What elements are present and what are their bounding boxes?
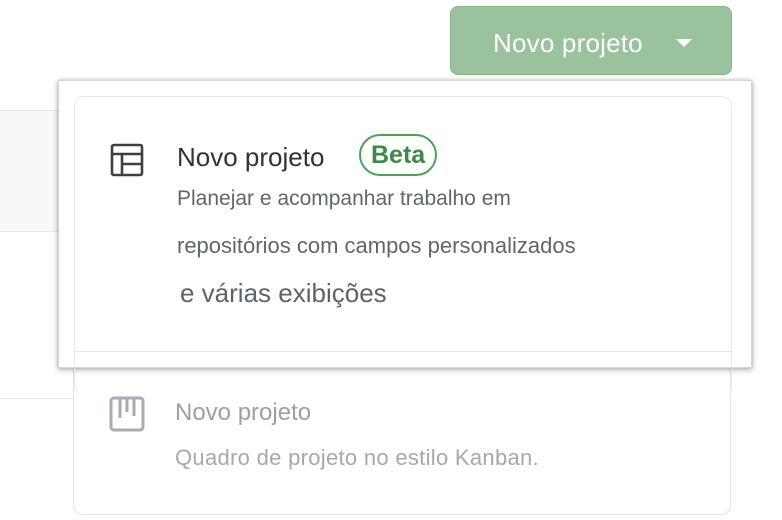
kanban-board-icon: [109, 396, 145, 432]
chevron-down-icon: [676, 39, 692, 47]
menu-item-description: Quadro de projeto no estilo Kanban.: [175, 445, 539, 470]
new-project-dropdown-button[interactable]: Novo projeto: [450, 6, 732, 75]
menu-item-new-project-beta[interactable]: Novo projeto Beta Planejar e acompanhar …: [58, 80, 752, 396]
menu-divider: [74, 351, 732, 352]
menu-item-title: Novo projeto: [177, 142, 325, 172]
menu-item-description-line: e várias exibições: [180, 278, 387, 308]
table-icon: [110, 143, 144, 177]
menu-item-description-line: repositórios com campos personalizados: [177, 233, 576, 258]
beta-badge: Beta: [359, 134, 438, 176]
menu-item-title: Novo projeto: [175, 399, 312, 426]
background-divider: [0, 398, 80, 399]
menu-item-description-line: Planejar e acompanhar trabalho em: [177, 187, 511, 210]
new-project-button-label: Novo projeto: [493, 28, 643, 58]
